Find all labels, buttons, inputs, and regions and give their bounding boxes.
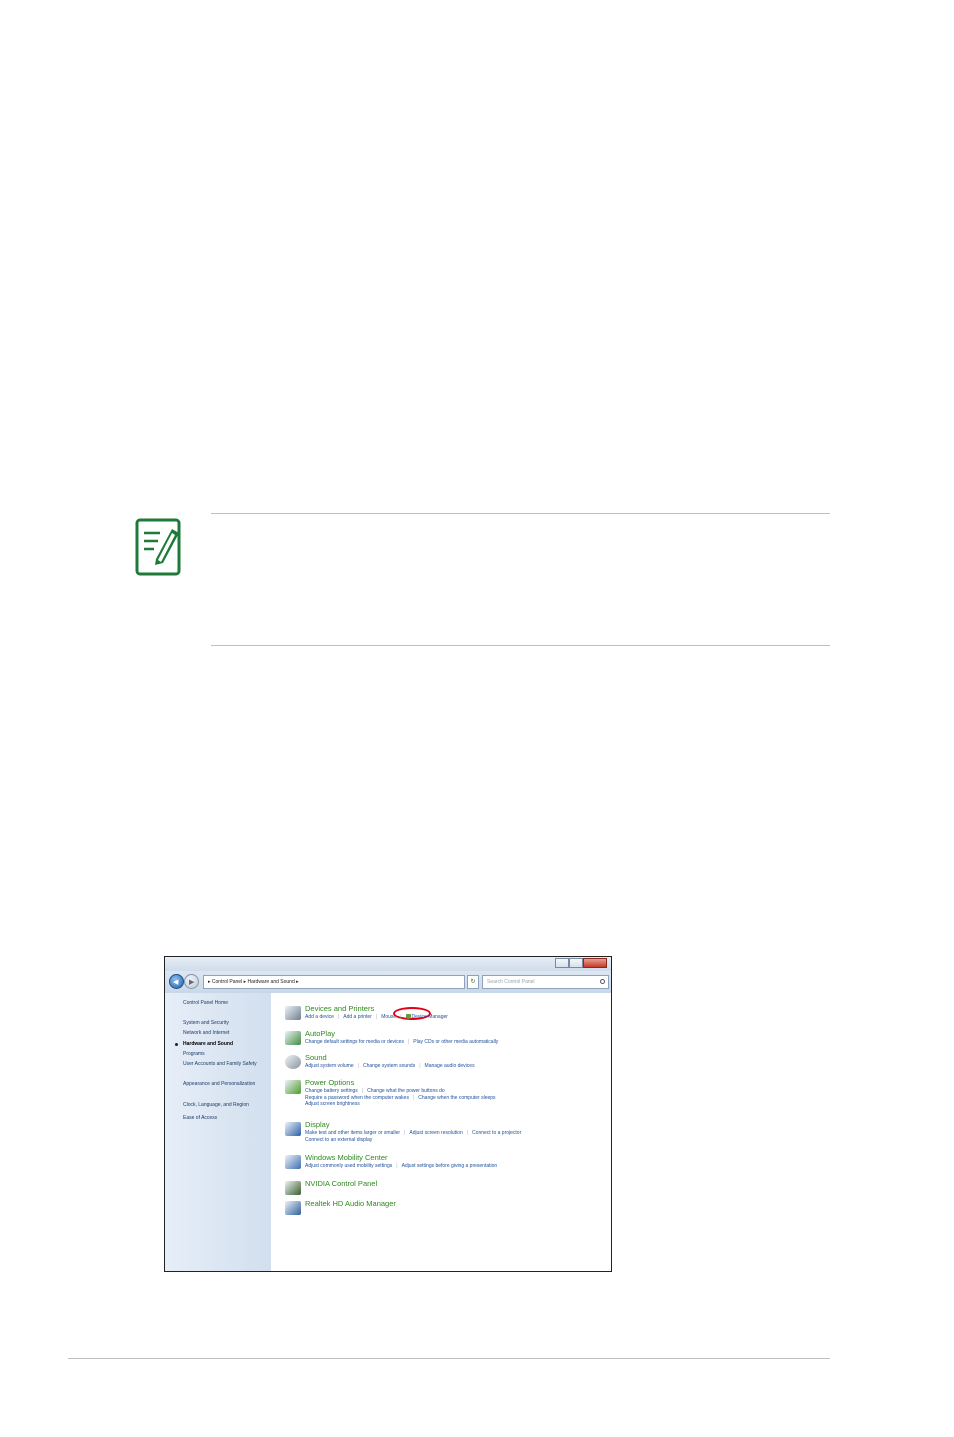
- category-link[interactable]: Device Manager: [412, 1014, 448, 1020]
- category-link[interactable]: Change battery settings: [305, 1088, 358, 1094]
- category-link[interactable]: Adjust commonly used mobility settings: [305, 1163, 392, 1169]
- search-placeholder: Search Control Panel: [487, 979, 535, 985]
- forward-arrow-icon: ▶: [189, 979, 195, 986]
- close-button[interactable]: [583, 958, 607, 968]
- maximize-button[interactable]: [569, 958, 583, 968]
- category-links-row: Require a password when the computer wak…: [305, 1095, 496, 1101]
- title-bar: [165, 957, 611, 971]
- category-title[interactable]: Sound: [305, 1054, 327, 1062]
- category-link[interactable]: Adjust system volume: [305, 1063, 354, 1069]
- note-top-rule: [211, 513, 830, 514]
- category-link[interactable]: Add a printer: [343, 1014, 372, 1020]
- link-separator: |: [400, 1014, 402, 1020]
- note-icon: [135, 518, 181, 576]
- search-icon: [600, 979, 605, 984]
- link-separator: |: [412, 1094, 415, 1101]
- sidebar-item[interactable]: Ease of Access: [183, 1115, 269, 1122]
- active-bullet-icon: [175, 1043, 178, 1046]
- category-title[interactable]: Devices and Printers: [305, 1005, 374, 1013]
- category-link[interactable]: Change default settings for media or dev…: [305, 1039, 404, 1045]
- category-links-row: Adjust system volume | Change system sound…: [305, 1063, 475, 1069]
- display-icon[interactable]: [285, 1122, 301, 1136]
- link-separator: |: [337, 1014, 340, 1020]
- category-title[interactable]: Realtek HD Audio Manager: [305, 1200, 396, 1208]
- category-link[interactable]: Mouse: [381, 1014, 396, 1020]
- category-link[interactable]: Change when the computer sleeps: [418, 1095, 495, 1101]
- control-panel-window: ◀ ▶ ▸ Control Panel ▸ Hardware and Sound…: [164, 956, 612, 1272]
- category-title[interactable]: Windows Mobility Center: [305, 1154, 388, 1162]
- category-link[interactable]: Add a device: [305, 1014, 334, 1020]
- link-separator: |: [357, 1063, 359, 1069]
- sidebar-item[interactable]: System and Security: [183, 1020, 269, 1027]
- category-link[interactable]: Connect to a projector: [472, 1130, 521, 1136]
- refresh-button[interactable]: ↻: [467, 975, 479, 989]
- autoplay-icon[interactable]: [285, 1031, 301, 1045]
- link-separator: |: [375, 1014, 378, 1020]
- power-icon[interactable]: [285, 1080, 301, 1094]
- category-title[interactable]: Power Options: [305, 1079, 354, 1087]
- category-title[interactable]: NVIDIA Control Panel: [305, 1180, 377, 1188]
- link-separator: |: [396, 1163, 398, 1169]
- category-links-row: Adjust screen brightness: [305, 1101, 360, 1107]
- category-link[interactable]: Make text and other items larger or smal…: [305, 1130, 400, 1136]
- breadcrumb[interactable]: ▸ Control Panel ▸ Hardware and Sound ▸: [203, 975, 465, 989]
- sidebar-item[interactable]: Programs: [183, 1051, 269, 1058]
- category-links-row: Add a device | Add a printer | Mouse | Device …: [305, 1014, 448, 1020]
- category-links-row: Make text and other items larger or smal…: [305, 1130, 521, 1136]
- category-links-row: Change default settings for media or dev…: [305, 1039, 498, 1045]
- mobility-icon[interactable]: [285, 1155, 301, 1169]
- category-links-row: Change battery settings | Change what the …: [305, 1088, 445, 1094]
- back-arrow-icon: ◀: [173, 979, 179, 986]
- sidebar: Control Panel Home System and Security Net…: [165, 993, 271, 1271]
- category-title[interactable]: AutoPlay: [305, 1030, 335, 1038]
- main-content: Devices and Printers Add a device | Add a p…: [271, 993, 611, 1271]
- minimize-button[interactable]: [555, 958, 569, 968]
- link-separator: |: [361, 1088, 364, 1094]
- sidebar-item[interactable]: Clock, Language, and Region: [183, 1102, 269, 1109]
- category-links-row: Adjust commonly used mobility settings | A…: [305, 1163, 497, 1169]
- shield-icon: [405, 1014, 411, 1020]
- link-separator: |: [466, 1130, 469, 1136]
- speaker-icon[interactable]: [285, 1055, 301, 1069]
- category-link[interactable]: Adjust screen brightness: [305, 1101, 360, 1107]
- category-link[interactable]: Adjust settings before giving a presenta…: [402, 1163, 498, 1169]
- search-input[interactable]: Search Control Panel: [482, 975, 609, 989]
- sidebar-item[interactable]: User Accounts and Family Safety: [183, 1061, 269, 1068]
- nvidia-icon[interactable]: [285, 1181, 301, 1195]
- category-link[interactable]: Play CDs or other media automatically: [413, 1039, 498, 1045]
- back-button[interactable]: ◀: [169, 974, 184, 989]
- category-links-row: Connect to an external display: [305, 1137, 372, 1143]
- printer-icon[interactable]: [285, 1006, 301, 1020]
- note-bottom-rule: [211, 645, 830, 646]
- link-separator: |: [404, 1130, 406, 1136]
- sidebar-item[interactable]: Network and Internet: [183, 1030, 269, 1037]
- address-toolbar: ◀ ▶ ▸ Control Panel ▸ Hardware and Sound…: [165, 971, 611, 993]
- category-link[interactable]: Change system sounds: [363, 1063, 415, 1069]
- category-link[interactable]: Adjust screen resolution: [409, 1130, 462, 1136]
- link-separator: |: [407, 1039, 410, 1045]
- category-link[interactable]: Connect to an external display: [305, 1137, 372, 1143]
- category-link[interactable]: Change what the power buttons do: [367, 1088, 445, 1094]
- footer-rule: [68, 1358, 830, 1359]
- category-link[interactable]: Require a password when the computer wak…: [305, 1095, 409, 1101]
- forward-button[interactable]: ▶: [184, 974, 199, 989]
- link-separator: |: [419, 1063, 421, 1069]
- realtek-icon[interactable]: [285, 1201, 301, 1215]
- sidebar-item[interactable]: Appearance and Personalization: [183, 1081, 269, 1088]
- category-title[interactable]: Display: [305, 1121, 330, 1129]
- sidebar-item[interactable]: Control Panel Home: [183, 1000, 269, 1007]
- sidebar-item[interactable]: Hardware and Sound: [183, 1041, 269, 1048]
- category-link[interactable]: Manage audio devices: [425, 1063, 475, 1069]
